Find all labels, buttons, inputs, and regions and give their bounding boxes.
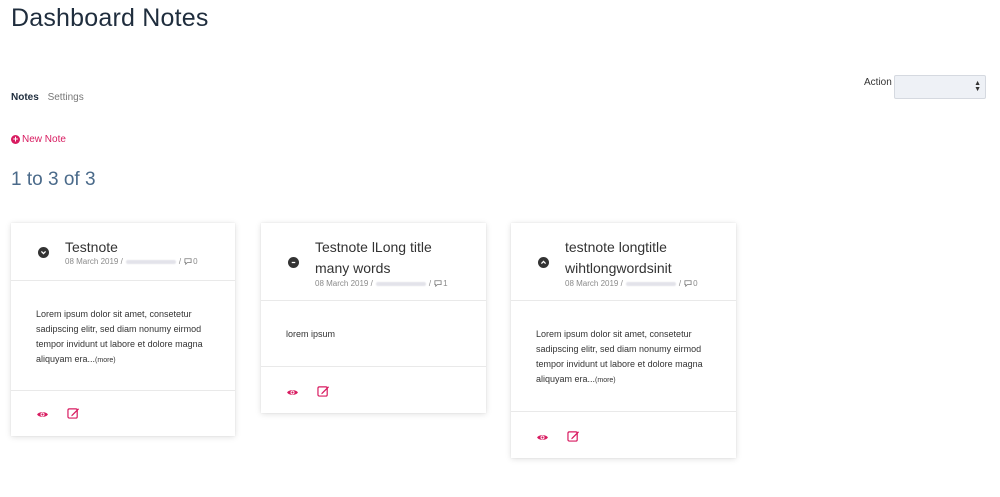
action-select[interactable]: ▲ ▼ <box>894 75 986 99</box>
edit-icon[interactable] <box>317 385 330 397</box>
note-footer <box>511 412 736 458</box>
minus-circle-icon[interactable] <box>288 257 299 268</box>
more-link[interactable]: (more) <box>95 357 116 364</box>
note-footer <box>261 367 486 414</box>
tab-settings[interactable]: Settings <box>48 92 84 103</box>
plus-circle-icon: + <box>11 134 20 144</box>
note-body: Lorem ipsum dolor sit amet, consetetur s… <box>11 281 235 391</box>
chevron-up-circle-icon[interactable] <box>538 257 549 268</box>
result-count: 1 to 3 of 3 <box>11 169 96 190</box>
note-card: Testnote 08 March 2019 // 0 Lorem ipsum … <box>11 223 235 436</box>
note-card-header: testnote longtitle wihtlongwordsinit 08 … <box>511 223 736 301</box>
eye-icon[interactable] <box>286 388 299 397</box>
comment-count: 1 <box>443 279 448 288</box>
action-label: Action <box>864 77 892 88</box>
note-date: 08 March 2019 <box>65 257 119 266</box>
note-footer <box>11 391 235 437</box>
note-meta: 08 March 2019 // 0 <box>65 257 198 266</box>
note-meta: 08 March 2019 // 1 <box>315 279 448 288</box>
comment-icon <box>184 258 192 265</box>
note-card: Testnote lLong title many words 08 March… <box>261 223 486 413</box>
note-title[interactable]: Testnote <box>65 237 215 258</box>
new-note-label: New Note <box>22 134 66 145</box>
note-body-text: lorem ipsum <box>286 329 336 339</box>
note-title[interactable]: Testnote lLong title many words <box>315 237 465 279</box>
note-card-header: Testnote lLong title many words 08 March… <box>261 223 486 301</box>
edit-icon[interactable] <box>567 430 580 442</box>
note-body-text: Lorem ipsum dolor sit amet, consetetur s… <box>536 329 703 384</box>
eye-icon[interactable] <box>36 410 49 419</box>
comment-icon <box>434 280 442 287</box>
note-body: Lorem ipsum dolor sit amet, consetetur s… <box>511 301 736 412</box>
dashboard-page: Dashboard Notes Notes Settings Action ▲ ▼… <box>0 0 1000 497</box>
comment-icon <box>684 280 692 287</box>
comment-count: 0 <box>693 279 698 288</box>
note-card-header: Testnote 08 March 2019 // 0 <box>11 223 235 281</box>
eye-icon[interactable] <box>536 433 549 442</box>
note-body: lorem ipsum <box>261 301 486 367</box>
select-arrows-icon: ▲ ▼ <box>974 80 981 93</box>
author-name <box>625 281 676 286</box>
page-title: Dashboard Notes <box>11 4 209 32</box>
more-link[interactable]: (more) <box>595 377 616 384</box>
note-body-text: Lorem ipsum dolor sit amet, consetetur s… <box>36 309 203 364</box>
edit-icon[interactable] <box>67 407 80 419</box>
author-name <box>375 281 426 286</box>
new-note-button[interactable]: + New Note <box>11 134 66 145</box>
note-card: testnote longtitle wihtlongwordsinit 08 … <box>511 223 736 458</box>
note-meta: 08 March 2019 // 0 <box>565 279 698 288</box>
tab-notes[interactable]: Notes <box>11 92 39 103</box>
note-date: 08 March 2019 <box>315 279 369 288</box>
author-name <box>125 259 176 264</box>
tab-bar: Notes Settings <box>11 92 90 103</box>
chevron-down-circle-icon[interactable] <box>38 247 49 258</box>
note-title[interactable]: testnote longtitle wihtlongwordsinit <box>565 237 715 279</box>
comment-count: 0 <box>193 257 198 266</box>
note-date: 08 March 2019 <box>565 279 619 288</box>
